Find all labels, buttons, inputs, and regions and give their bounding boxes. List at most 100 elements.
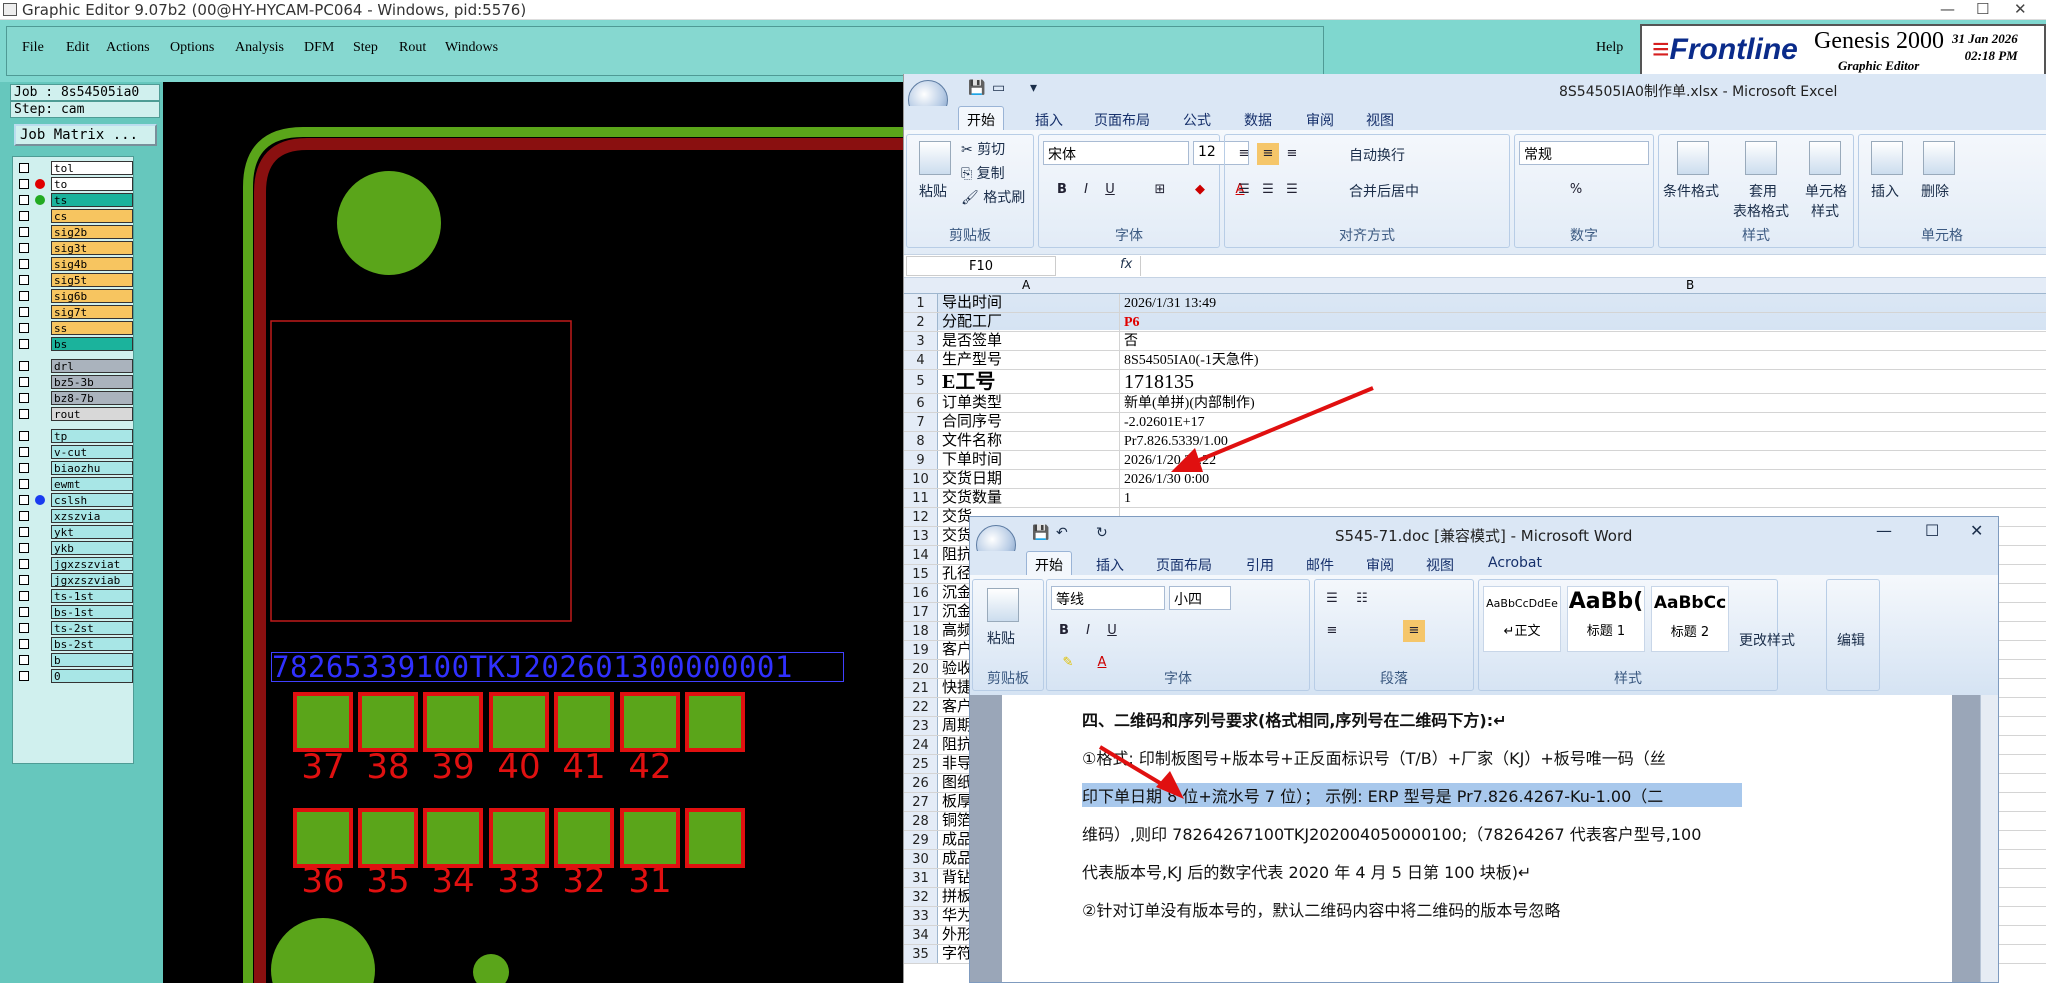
layer-name[interactable]: sig3t xyxy=(51,241,133,255)
layer-checkbox[interactable] xyxy=(19,393,29,403)
menu-step[interactable]: Step xyxy=(353,40,378,56)
menu-analysis[interactable]: Analysis xyxy=(235,40,284,56)
layer-row[interactable]: 0 xyxy=(15,669,133,683)
close-icon[interactable]: ✕ xyxy=(2014,0,2027,18)
layer-row[interactable]: ts xyxy=(15,193,133,207)
layer-row[interactable]: ewmt xyxy=(15,477,133,491)
layer-name[interactable]: sig6b xyxy=(51,289,133,303)
layer-name[interactable]: bz5-3b xyxy=(51,375,133,389)
layer-row[interactable]: jgxzszviab xyxy=(15,573,133,587)
layer-checkbox[interactable] xyxy=(19,607,29,617)
layer-checkbox[interactable] xyxy=(19,307,29,317)
graphic-canvas[interactable]: 37 38 39 40 41 42 36 35 34 33 32 31 78265339100TKJ2… xyxy=(163,82,903,983)
layer-checkbox[interactable] xyxy=(19,243,29,253)
layer-row[interactable]: bz5-3b xyxy=(15,375,133,389)
layer-row[interactable]: ykb xyxy=(15,541,133,555)
menu-options[interactable]: Options xyxy=(170,40,214,56)
layer-name[interactable]: cs xyxy=(51,209,133,223)
layer-name[interactable]: rout xyxy=(51,407,133,421)
layer-checkbox[interactable] xyxy=(19,543,29,553)
layer-checkbox[interactable] xyxy=(19,211,29,221)
layer-name[interactable]: to xyxy=(51,177,133,191)
layer-checkbox[interactable] xyxy=(19,339,29,349)
layer-row[interactable]: drl xyxy=(15,359,133,373)
layer-name[interactable]: ss xyxy=(51,321,133,335)
layer-row[interactable]: v-cut xyxy=(15,445,133,459)
layer-row[interactable]: sig5t xyxy=(15,273,133,287)
layer-row[interactable]: sig2b xyxy=(15,225,133,239)
layer-checkbox[interactable] xyxy=(19,527,29,537)
layer-name[interactable]: bs xyxy=(51,337,133,351)
layer-checkbox[interactable] xyxy=(19,431,29,441)
layer-name[interactable]: bs-1st xyxy=(51,605,133,619)
layer-row[interactable]: b xyxy=(15,653,133,667)
layer-checkbox[interactable] xyxy=(19,479,29,489)
layer-name[interactable]: ewmt xyxy=(51,477,133,491)
layer-name[interactable]: jgxzszviab xyxy=(51,573,133,587)
layer-name[interactable]: 0 xyxy=(51,669,133,683)
layer-checkbox[interactable] xyxy=(19,575,29,585)
layer-checkbox[interactable] xyxy=(19,559,29,569)
layer-name[interactable]: sig5t xyxy=(51,273,133,287)
layer-checkbox[interactable] xyxy=(19,671,29,681)
layer-checkbox[interactable] xyxy=(19,409,29,419)
layer-checkbox[interactable] xyxy=(19,275,29,285)
layer-name[interactable]: drl xyxy=(51,359,133,373)
layer-name[interactable]: ts xyxy=(51,193,133,207)
layer-row[interactable]: ts-2st xyxy=(15,621,133,635)
layer-name[interactable]: cslsh xyxy=(51,493,133,507)
layer-checkbox[interactable] xyxy=(19,361,29,371)
layer-row[interactable]: sig6b xyxy=(15,289,133,303)
layer-checkbox[interactable] xyxy=(19,495,29,505)
layer-checkbox[interactable] xyxy=(19,291,29,301)
layer-checkbox[interactable] xyxy=(19,323,29,333)
maximize-icon[interactable]: ☐ xyxy=(1976,0,1989,18)
layer-row[interactable]: jgxzszviat xyxy=(15,557,133,571)
layer-row[interactable]: tol xyxy=(15,161,133,175)
layer-name[interactable]: ykt xyxy=(51,525,133,539)
layer-checkbox[interactable] xyxy=(19,591,29,601)
menu-dfm[interactable]: DFM xyxy=(304,40,334,56)
layer-checkbox[interactable] xyxy=(19,447,29,457)
layer-row[interactable]: cs xyxy=(15,209,133,223)
layer-row[interactable]: biaozhu xyxy=(15,461,133,475)
layer-row[interactable]: rout xyxy=(15,407,133,421)
layer-row[interactable]: bz8-7b xyxy=(15,391,133,405)
menu-actions[interactable]: Actions xyxy=(106,40,150,56)
layer-row[interactable]: ts-1st xyxy=(15,589,133,603)
layer-checkbox[interactable] xyxy=(19,195,29,205)
layer-name[interactable]: ts-2st xyxy=(51,621,133,635)
layer-name[interactable]: tol xyxy=(51,161,133,175)
layer-name[interactable]: xzszvia xyxy=(51,509,133,523)
menu-file[interactable]: File xyxy=(22,40,44,56)
layer-name[interactable]: sig7t xyxy=(51,305,133,319)
layer-name[interactable]: sig2b xyxy=(51,225,133,239)
layer-row[interactable]: xzszvia xyxy=(15,509,133,523)
layer-checkbox[interactable] xyxy=(19,511,29,521)
layer-row[interactable]: ykt xyxy=(15,525,133,539)
layer-name[interactable]: jgxzszviat xyxy=(51,557,133,571)
layer-row[interactable]: sig4b xyxy=(15,257,133,271)
menu-rout[interactable]: Rout xyxy=(399,40,426,56)
layer-row[interactable]: bs-1st xyxy=(15,605,133,619)
layer-checkbox[interactable] xyxy=(19,623,29,633)
layer-name[interactable]: v-cut xyxy=(51,445,133,459)
layer-name[interactable]: biaozhu xyxy=(51,461,133,475)
minimize-icon[interactable]: — xyxy=(1940,0,1955,18)
layer-row[interactable]: tp xyxy=(15,429,133,443)
layer-row[interactable]: bs-2st xyxy=(15,637,133,651)
job-matrix-button[interactable]: Job Matrix ... xyxy=(14,124,157,146)
layer-checkbox[interactable] xyxy=(19,639,29,649)
layer-row[interactable]: sig3t xyxy=(15,241,133,255)
layer-checkbox[interactable] xyxy=(19,227,29,237)
layer-checkbox[interactable] xyxy=(19,163,29,173)
layer-name[interactable]: sig4b xyxy=(51,257,133,271)
layer-row[interactable]: cslsh xyxy=(15,493,133,507)
layer-checkbox[interactable] xyxy=(19,179,29,189)
menu-edit[interactable]: Edit xyxy=(66,40,89,56)
layer-name[interactable]: bz8-7b xyxy=(51,391,133,405)
menu-help[interactable]: Help xyxy=(1596,40,1623,56)
menu-windows[interactable]: Windows xyxy=(445,40,498,56)
layer-row[interactable]: to xyxy=(15,177,133,191)
layer-checkbox[interactable] xyxy=(19,377,29,387)
